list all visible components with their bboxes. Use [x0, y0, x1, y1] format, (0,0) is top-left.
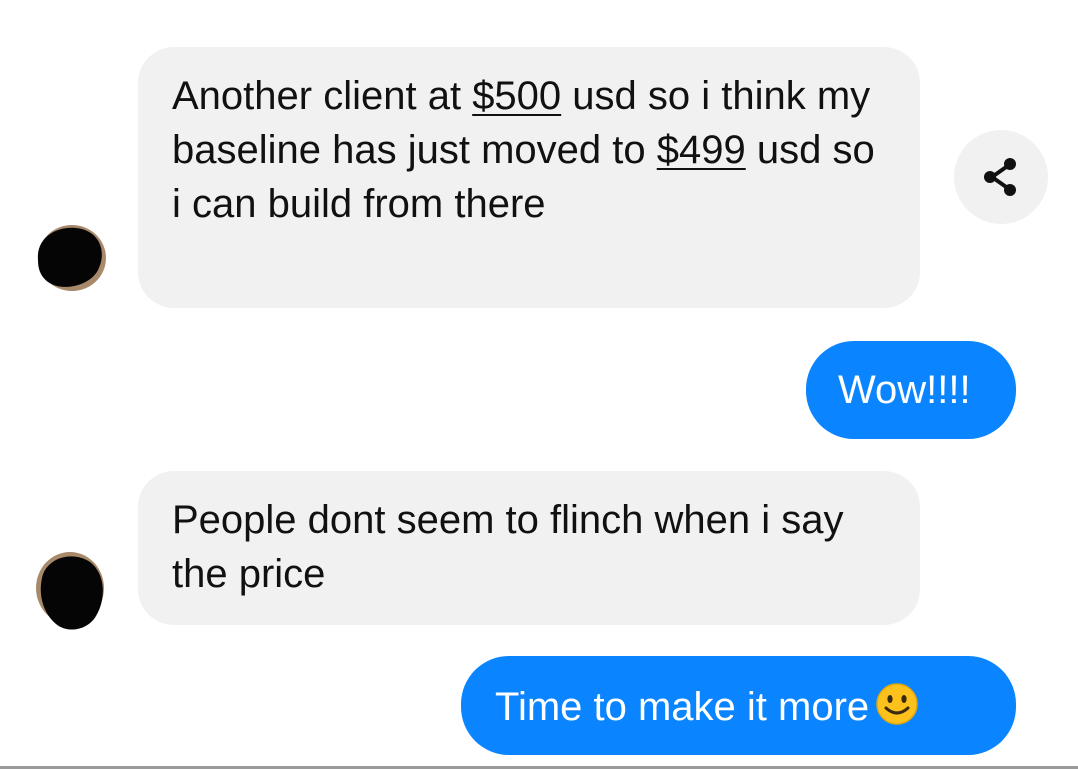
contact-avatar[interactable]: [32, 220, 106, 294]
share-button[interactable]: [954, 130, 1048, 224]
message-bubble-outgoing[interactable]: Wow!!!!: [806, 341, 1016, 439]
message-text: Time to make it more: [495, 685, 870, 729]
message-bubble-incoming[interactable]: Another client at $500 usd so i think my…: [138, 47, 920, 308]
share-icon: [984, 158, 1016, 196]
price-500-text: $500: [472, 74, 562, 118]
message-text: People dont seem to flinch when i say th…: [172, 498, 844, 596]
contact-avatar[interactable]: [32, 548, 108, 634]
chat-thread: Another client at $500 usd so i think my…: [0, 0, 1078, 769]
message-text-part: Another client at: [172, 74, 473, 118]
price-499-text: $499: [656, 128, 746, 172]
message-bubble-incoming[interactable]: People dont seem to flinch when i say th…: [138, 471, 920, 625]
message-bubble-outgoing[interactable]: Time to make it more: [461, 656, 1016, 755]
smiley-emoji-icon: [876, 683, 918, 725]
message-text: Wow!!!!: [838, 368, 971, 412]
